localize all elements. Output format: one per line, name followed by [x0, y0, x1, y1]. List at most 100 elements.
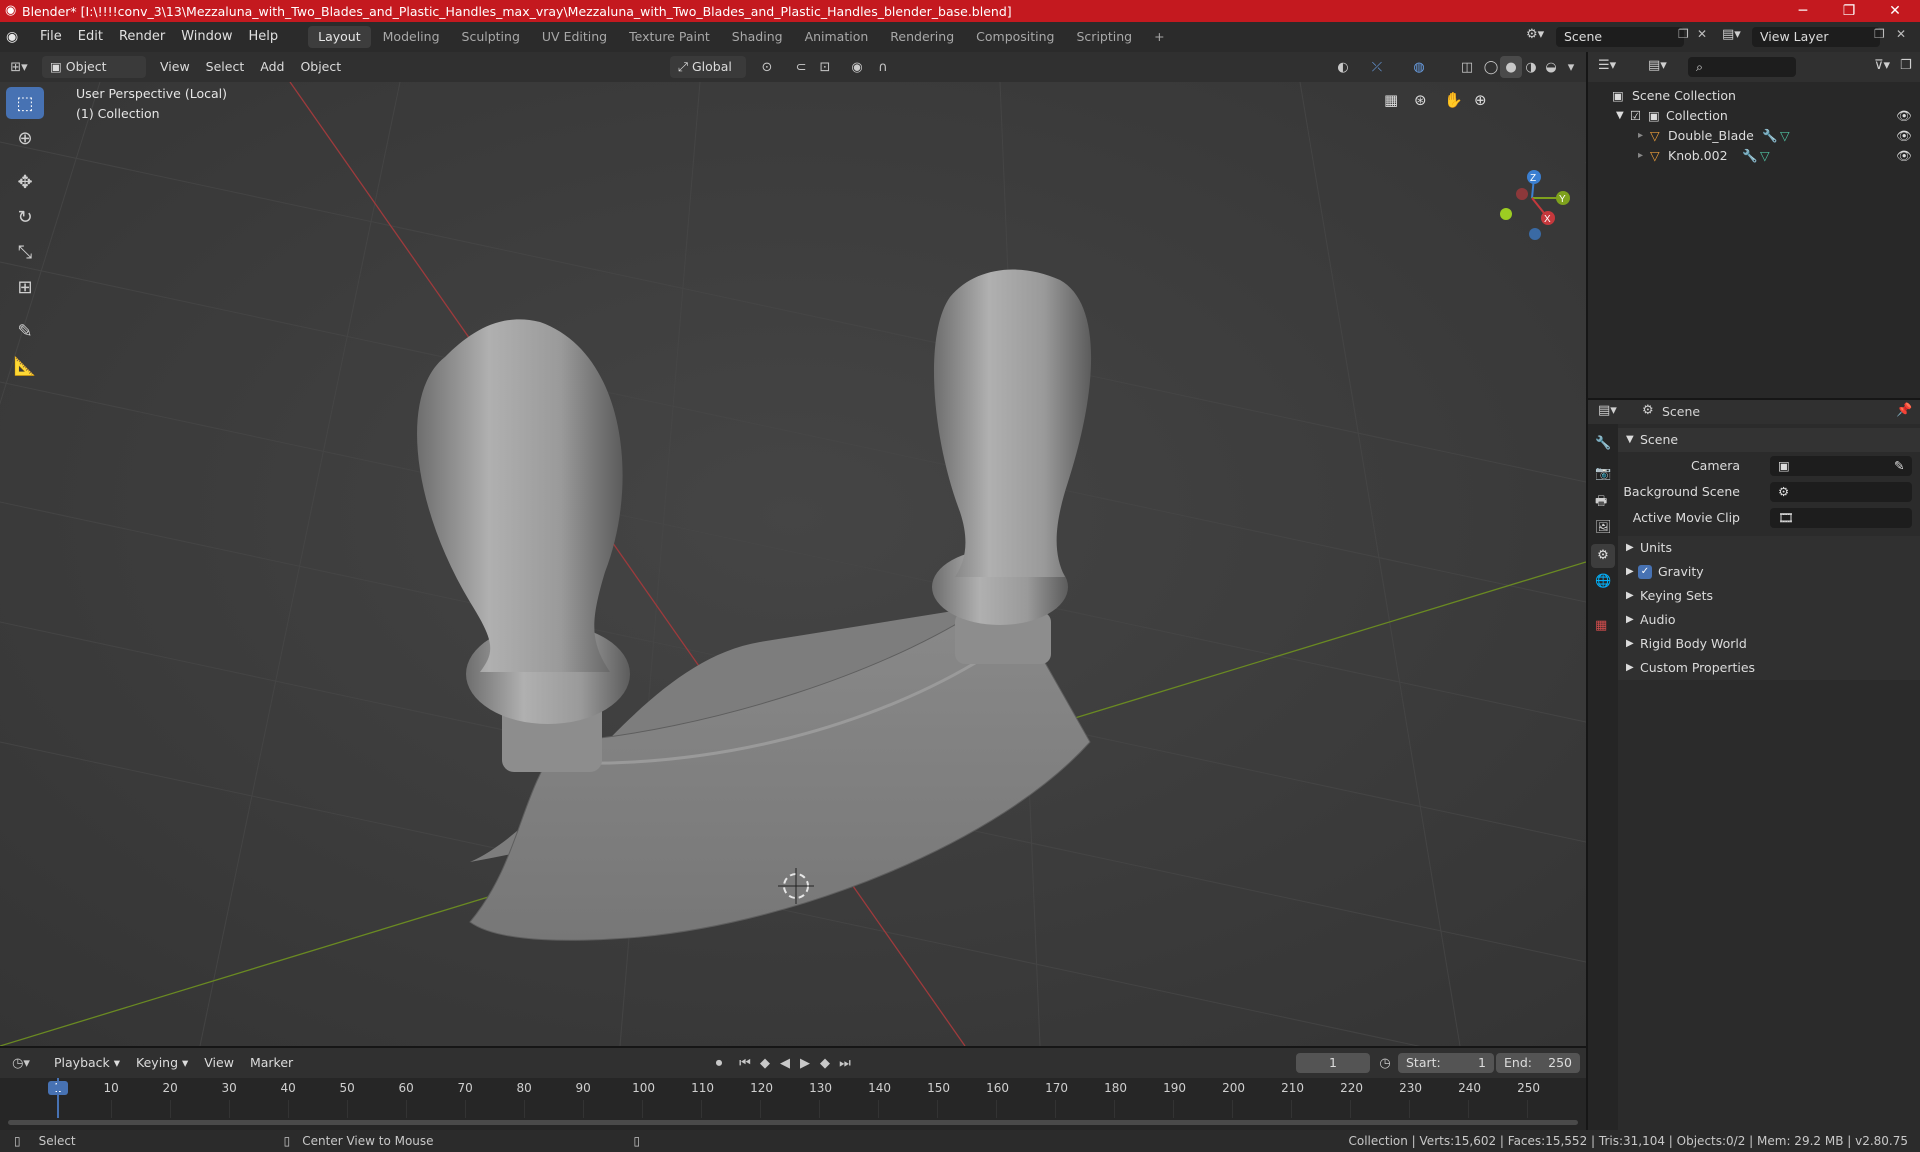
audio-panel-header[interactable]: ▶ Audio	[1618, 608, 1920, 632]
background-scene-field[interactable]: ⚙	[1770, 482, 1912, 502]
camera-field[interactable]: ▣	[1770, 456, 1912, 476]
perspective-toggle-icon[interactable]: ▦	[1384, 91, 1398, 109]
camera-view-icon[interactable]: ⊛	[1414, 91, 1427, 109]
zoom-view-icon[interactable]: ⊕	[1474, 91, 1487, 109]
scene-panel-header[interactable]: ▼ Scene	[1618, 428, 1920, 452]
outliner-row-scene-collection[interactable]: ▣ Scene Collection	[1588, 86, 1920, 106]
custom-properties-panel-header[interactable]: ▶ Custom Properties	[1618, 656, 1920, 680]
menu-object[interactable]: Object	[292, 56, 349, 78]
snap-target-icon[interactable]: ⊡	[814, 56, 836, 78]
scene-field[interactable]: Scene	[1556, 27, 1684, 47]
area-divider[interactable]	[1588, 398, 1920, 400]
eye-icon[interactable]: 👁	[1896, 126, 1912, 146]
area-divider[interactable]	[0, 1046, 1586, 1048]
new-scene-icon[interactable]: ❐	[1678, 27, 1689, 41]
eye-icon[interactable]: 👁	[1896, 146, 1912, 166]
close-icon[interactable]: ✕	[1872, 0, 1918, 22]
units-panel-header[interactable]: ▶ Units	[1618, 536, 1920, 560]
viewport-scene[interactable]: Z Y X ▦ ⊛ ✋ ⊕	[0, 82, 1586, 1046]
play-reverse-icon[interactable]: ◀	[774, 1052, 796, 1074]
material-shading-icon[interactable]: ◑	[1520, 56, 1542, 78]
record-icon[interactable]: ⏺	[708, 1052, 730, 1074]
texture-tab-icon[interactable]: ▦	[1595, 618, 1607, 633]
xray-icon[interactable]: ◫	[1456, 56, 1478, 78]
proportional-edit-icon[interactable]: ◉	[846, 56, 868, 78]
menu-select[interactable]: Select	[198, 56, 253, 78]
menu-view[interactable]: View	[152, 56, 198, 78]
visibility-icon[interactable]: ◐	[1332, 56, 1354, 78]
current-frame-field[interactable]: 1	[1296, 1053, 1370, 1073]
world-tab-icon[interactable]: 🌐	[1595, 574, 1611, 589]
timeline-ruler[interactable]: 1102030405060708090100110120130140150160…	[0, 1078, 1586, 1118]
orientation-selector[interactable]: ⤢ Global ▾	[670, 56, 746, 96]
expand-arrow-icon[interactable]: ▼	[1616, 106, 1624, 126]
eye-icon[interactable]: 👁	[1896, 106, 1912, 126]
tab-shading[interactable]: Shading	[722, 26, 793, 48]
shading-options-icon[interactable]: ▾	[1560, 56, 1582, 78]
menu-marker[interactable]: Marker	[242, 1052, 301, 1074]
keying-sets-panel-header[interactable]: ▶ Keying Sets	[1618, 584, 1920, 608]
modifier-icon[interactable]: 🔧	[1762, 126, 1778, 146]
pin-icon[interactable]: 📌	[1896, 403, 1912, 418]
active-movie-clip-field[interactable]: 🎞	[1770, 508, 1912, 528]
play-icon[interactable]: ▶	[794, 1052, 816, 1074]
scene-selector-icon[interactable]: ⚙▾	[1526, 27, 1544, 42]
gravity-panel-header[interactable]: ▶ ✓ Gravity	[1618, 560, 1920, 584]
new-collection-icon[interactable]: ❐	[1900, 58, 1912, 73]
view-layer-field[interactable]: View Layer	[1752, 27, 1880, 47]
tab-sculpting[interactable]: Sculpting	[452, 26, 530, 48]
playhead[interactable]	[57, 1078, 59, 1118]
outliner-editor-type-icon[interactable]: ☰▾	[1598, 58, 1616, 73]
rotate-tool-icon[interactable]: ↻	[6, 201, 44, 233]
expand-arrow-icon[interactable]: ▸	[1638, 146, 1643, 166]
falloff-icon[interactable]: ∩	[872, 56, 894, 78]
tab-layout[interactable]: Layout	[308, 26, 371, 48]
menu-playback[interactable]: Playback ▾	[46, 1052, 128, 1074]
menu-add[interactable]: Add	[252, 56, 292, 78]
jump-start-icon[interactable]: ⏮	[734, 1052, 756, 1074]
start-frame-field[interactable]: Start: 1	[1398, 1053, 1494, 1073]
menu-render[interactable]: Render	[111, 22, 173, 52]
preview-range-icon[interactable]: ◷	[1374, 1052, 1396, 1074]
overlays-icon[interactable]: ◍	[1408, 56, 1430, 78]
remove-scene-icon[interactable]: ✕	[1697, 27, 1707, 41]
area-divider[interactable]	[1586, 52, 1588, 1130]
select-box-tool-icon[interactable]: ⬚	[6, 87, 44, 119]
restore-icon[interactable]: ❐	[1826, 0, 1872, 22]
menu-window[interactable]: Window	[173, 22, 240, 52]
menu-help[interactable]: Help	[241, 22, 287, 52]
end-frame-field[interactable]: End: 250	[1496, 1053, 1580, 1073]
display-mode-icon[interactable]: ▤▾	[1648, 58, 1667, 73]
move-tool-icon[interactable]: ✥	[6, 166, 44, 198]
menu-edit[interactable]: Edit	[70, 22, 111, 52]
tab-scripting[interactable]: Scripting	[1067, 26, 1143, 48]
jump-end-icon[interactable]: ⏭	[834, 1052, 856, 1074]
timeline[interactable]: 1102030405060708090100110120130140150160…	[0, 1078, 1586, 1130]
snap-icon[interactable]: ⊂	[790, 56, 812, 78]
solid-shading-icon[interactable]: ●	[1500, 56, 1522, 78]
tab-uv-editing[interactable]: UV Editing	[532, 26, 617, 48]
mesh-data-icon[interactable]: ▽	[1780, 126, 1790, 146]
menu-file[interactable]: File	[32, 22, 70, 52]
pivot-icon[interactable]: ⊙	[756, 56, 778, 78]
collection-checkbox[interactable]: ☑	[1630, 106, 1641, 126]
tab-compositing[interactable]: Compositing	[966, 26, 1064, 48]
new-view-layer-icon[interactable]: ❐	[1874, 27, 1885, 41]
timeline-scrollbar[interactable]	[8, 1120, 1578, 1125]
measure-tool-icon[interactable]: 📐	[6, 350, 44, 382]
tab-rendering[interactable]: Rendering	[880, 26, 964, 48]
3d-viewport[interactable]: Z Y X ▦ ⊛ ✋ ⊕	[0, 82, 1586, 1046]
outliner-row-collection[interactable]: ▼ ☑ ▣ Collection 👁	[1588, 106, 1920, 126]
prev-keyframe-icon[interactable]: ◆	[754, 1052, 776, 1074]
properties-editor-type-icon[interactable]: ▤▾	[1598, 403, 1617, 418]
next-keyframe-icon[interactable]: ◆	[814, 1052, 836, 1074]
expand-arrow-icon[interactable]: ▸	[1638, 126, 1643, 146]
scene-tab-icon[interactable]: ⚙	[1591, 544, 1615, 568]
transform-tool-icon[interactable]: ⊞	[6, 271, 44, 303]
render-tab-icon[interactable]: 📷	[1595, 466, 1611, 481]
eyedropper-icon[interactable]: ✎	[1894, 454, 1904, 478]
cursor-tool-icon[interactable]: ⊕	[6, 122, 44, 154]
editor-type-icon[interactable]: ⊞▾	[8, 56, 30, 78]
modifier-icon[interactable]: 🔧	[1742, 146, 1758, 166]
mode-selector[interactable]: ▣ Object Mode ▾	[42, 56, 146, 96]
